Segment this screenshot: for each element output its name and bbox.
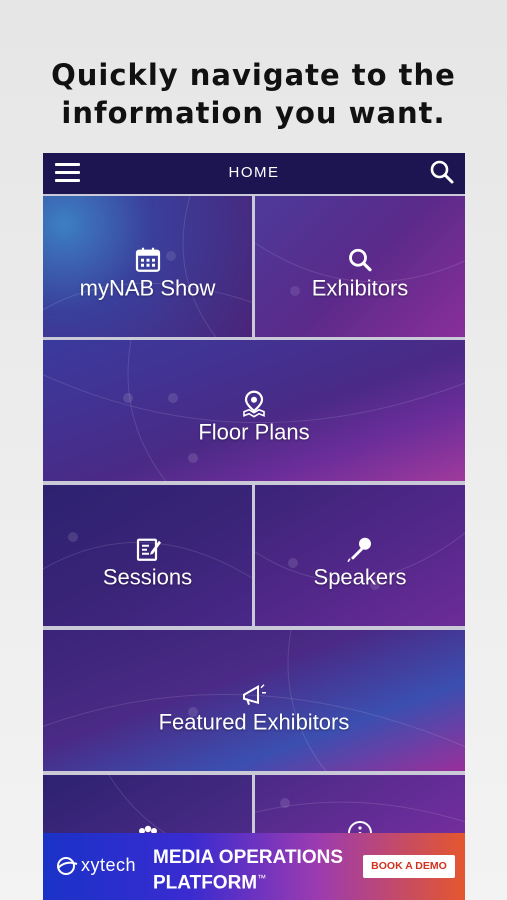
- headline-line-1: Quickly navigate to the: [51, 58, 456, 92]
- book-a-demo-button[interactable]: BOOK A DEMO: [363, 855, 455, 878]
- home-tile-grid: myNAB Show Exhibitors Floor Plans Sessio…: [43, 194, 465, 900]
- headline-line-2: information you want.: [61, 96, 446, 130]
- tile-exhibitors[interactable]: Exhibitors: [255, 196, 465, 337]
- edit-note-icon: [136, 538, 161, 561]
- headline: Quickly navigate to the information you …: [0, 56, 507, 132]
- tile-label: Sessions: [102, 564, 193, 590]
- tile-speakers[interactable]: Speakers: [255, 485, 465, 626]
- top-bar: HOME: [43, 153, 465, 194]
- calendar-icon: [135, 247, 160, 272]
- map-pin-icon: [243, 390, 265, 418]
- ad-title-line-1: MEDIA OPERATIONS: [153, 847, 344, 868]
- tile-label: myNAB Show: [79, 275, 216, 301]
- megaphone-icon: [243, 683, 266, 705]
- page-title: HOME: [228, 164, 280, 181]
- tile-label: Exhibitors: [311, 275, 409, 301]
- tile-label: Floor Plans: [198, 419, 310, 445]
- xytech-logo: xytech: [55, 855, 136, 876]
- tile-featured-exhibitors[interactable]: Featured Exhibitors: [43, 630, 465, 771]
- tile-label: Featured Exhibitors: [158, 709, 350, 735]
- ad-brand: xytech: [81, 855, 137, 875]
- tile-label: Speakers: [313, 564, 407, 590]
- tile-mynab-show[interactable]: myNAB Show: [43, 196, 252, 337]
- tile-sessions[interactable]: Sessions: [43, 485, 252, 626]
- ad-banner[interactable]: xytech MEDIA OPERATIONS PLATFORM™ BOOK A…: [43, 833, 465, 900]
- phone-screen: HOME myNAB Show Exhibitors Floor Plans S…: [43, 153, 465, 900]
- ad-title: MEDIA OPERATIONS PLATFORM™: [153, 847, 363, 893]
- search-icon[interactable]: [429, 159, 455, 185]
- microphone-icon: [347, 537, 371, 562]
- tile-floor-plans[interactable]: Floor Plans: [43, 340, 465, 481]
- search-icon: [349, 248, 372, 271]
- xytech-logo-icon: [57, 857, 78, 876]
- ad-trademark: ™: [257, 873, 267, 883]
- ad-title-line-2: PLATFORM: [153, 872, 258, 894]
